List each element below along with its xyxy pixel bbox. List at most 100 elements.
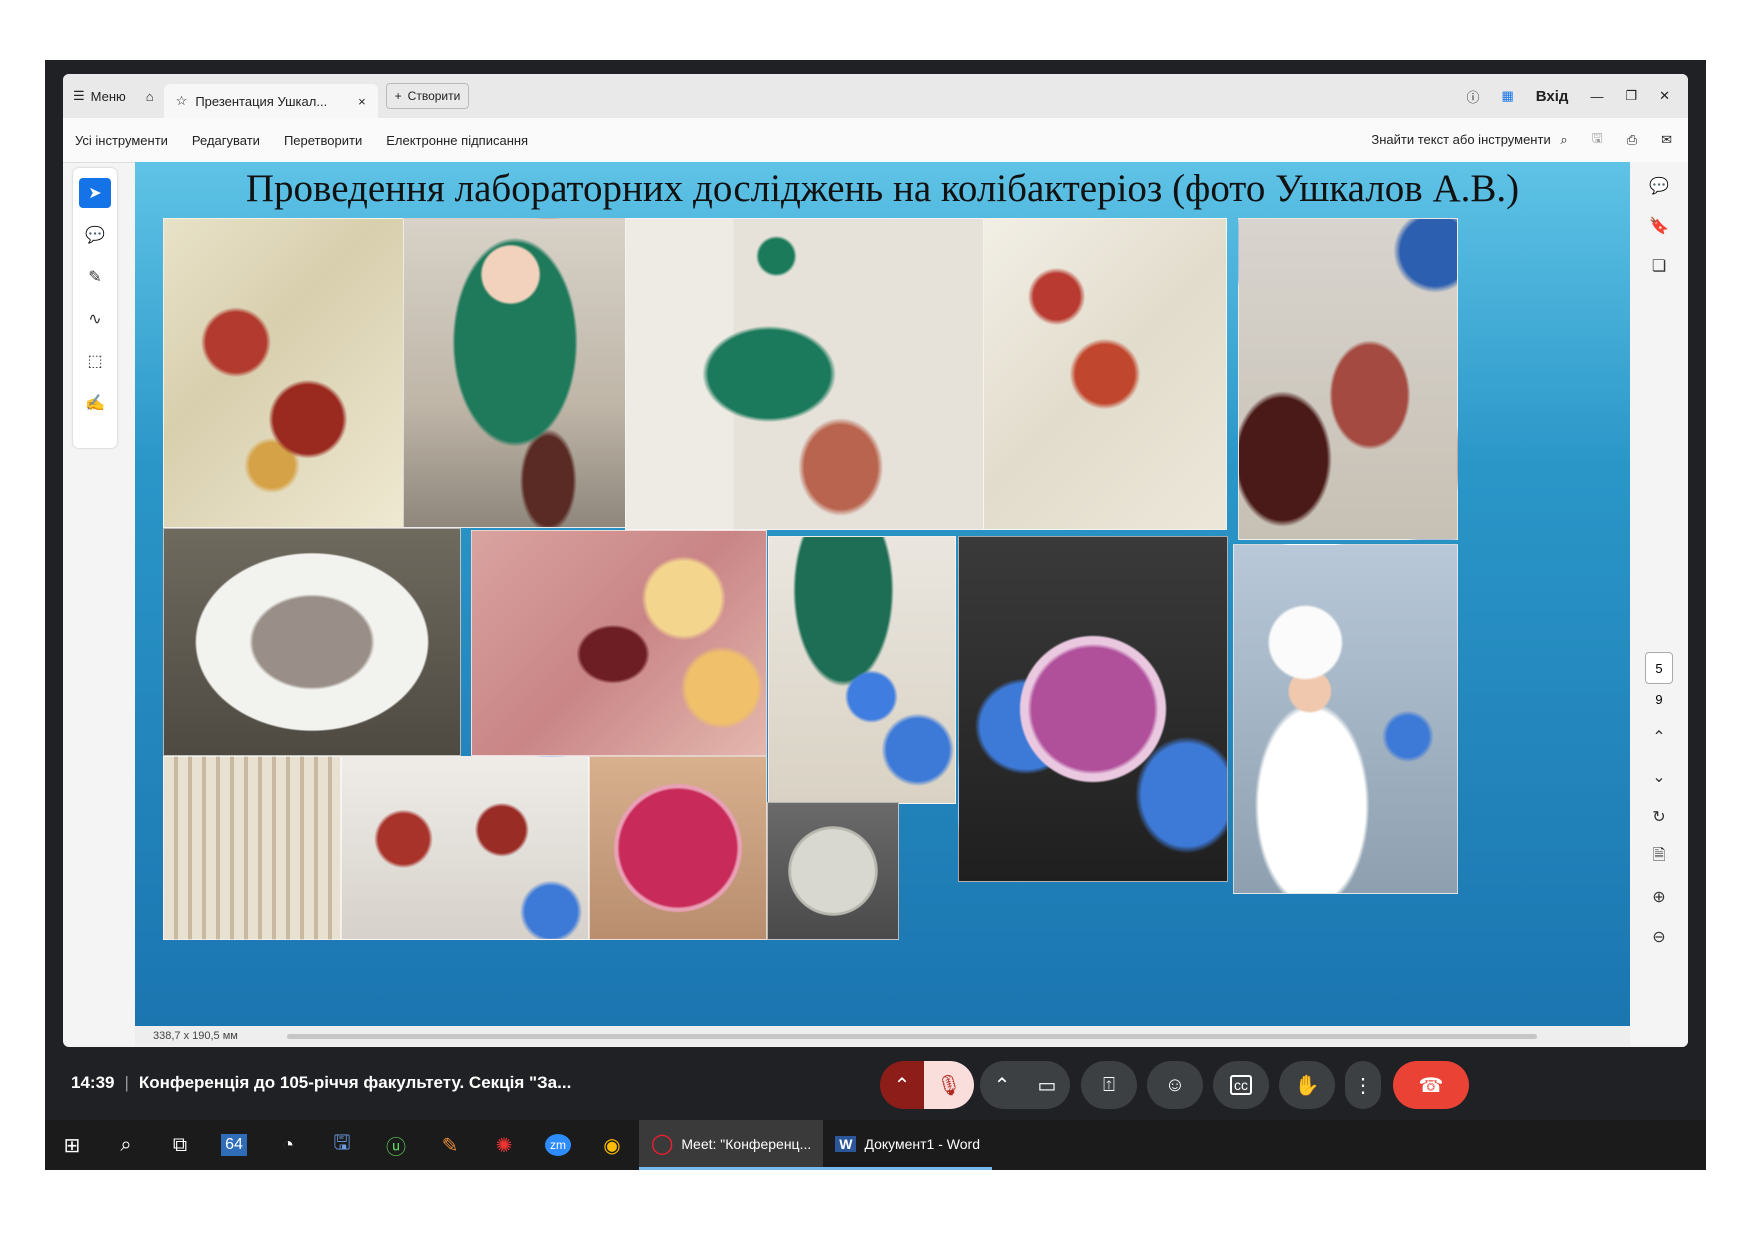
zoom-in-icon[interactable]: ⊕	[1643, 881, 1675, 913]
meeting-time: 14:39	[71, 1073, 115, 1092]
taskbar-app-word[interactable]: W Документ1 - Word	[823, 1120, 992, 1170]
signin-button[interactable]: Вхід	[1536, 88, 1569, 105]
search-icon[interactable]: ⌕	[99, 1120, 153, 1170]
menu-convert[interactable]: Перетворити	[272, 133, 374, 148]
draw-tool-icon[interactable]: ∿	[79, 304, 111, 334]
present-button[interactable]: ⍐	[1081, 1061, 1137, 1109]
page-number-input[interactable]: 5	[1645, 652, 1673, 684]
save-icon[interactable]: 🖫	[1592, 129, 1603, 151]
captions-button[interactable]: cc	[1213, 1061, 1269, 1109]
minimize-icon[interactable]: —	[1590, 89, 1603, 104]
comment-tool-icon[interactable]: 💬	[79, 220, 111, 250]
floppy-app-icon[interactable]: 🖫	[315, 1120, 369, 1170]
restore-icon[interactable]: ❐	[1625, 88, 1637, 104]
photo-lab-bench	[625, 218, 985, 530]
mic-options-button[interactable]: ⌃	[880, 1061, 924, 1109]
camera-button[interactable]: ▭	[1024, 1061, 1070, 1109]
counter-app-icon[interactable]: 64	[207, 1120, 261, 1170]
camera-options-button[interactable]: ⌃	[980, 1061, 1024, 1109]
sign-tool-icon[interactable]: ✍	[79, 388, 111, 418]
page-total: 9	[1655, 692, 1663, 707]
meeting-info: 14:39 | Конференція до 105-річчя факультет…	[71, 1073, 571, 1093]
search-tools-field[interactable]: Знайти текст або інструменти ⌕	[1371, 132, 1567, 148]
meeting-title: Конференція до 105-річчя факультету. Сек…	[138, 1073, 572, 1092]
windows-taskbar: ⊞ ⌕ ⧉ 64 ◔ 🖫 ⓤ ✎ ✺ zm ◉ ◯ Meet: "Конфере…	[45, 1120, 1706, 1170]
photo-chicks-dissected	[163, 218, 405, 528]
menu-edit[interactable]: Редагувати	[180, 133, 272, 148]
new-tab-label: Створити	[407, 89, 461, 103]
chrome-icon[interactable]: ◉	[585, 1120, 639, 1170]
close-window-icon[interactable]: ✕	[1659, 88, 1670, 104]
comments-panel-icon[interactable]: 💬	[1643, 170, 1675, 202]
apps-grid-icon[interactable]: ▦	[1501, 88, 1513, 104]
raise-hand-button[interactable]: ✋	[1279, 1061, 1335, 1109]
more-options-button[interactable]: ⋮	[1345, 1061, 1381, 1109]
disk-app-icon[interactable]: ◔	[261, 1120, 315, 1170]
menu-esign[interactable]: Електронне підписання	[374, 133, 540, 148]
windows-start-icon[interactable]: ⊞	[45, 1120, 99, 1170]
page-up-icon[interactable]: ⌃	[1643, 721, 1675, 753]
taskbar-app-meet[interactable]: ◯ Meet: "Конференц...	[639, 1120, 824, 1170]
end-call-icon: ☎	[1418, 1074, 1444, 1097]
highlight-tool-icon[interactable]: ✎	[79, 262, 111, 292]
acrobat-window: ☰ Меню ⌂ ☆ Презентация Ушкал... × + Ство…	[63, 74, 1688, 1047]
print-icon[interactable]: ⎙	[1627, 132, 1637, 148]
photo-lab-worker-hood	[1233, 544, 1458, 894]
new-tab-button[interactable]: + Створити	[385, 83, 470, 109]
bookmarks-icon[interactable]: 🔖	[1643, 210, 1675, 242]
divider: |	[124, 1073, 129, 1092]
present-screen-icon: ⍐	[1103, 1073, 1115, 1096]
emoji-icon: ☺	[1164, 1073, 1186, 1096]
home-button[interactable]: ⌂	[136, 74, 164, 118]
photo-petri-dish-pink	[958, 536, 1228, 882]
help-icon[interactable]: ⓘ	[1466, 87, 1479, 106]
home-icon: ⌂	[145, 88, 154, 104]
photo-petri-dish-clear	[767, 802, 899, 940]
document-tab[interactable]: ☆ Презентация Ушкал... ×	[163, 84, 378, 118]
page-down-icon[interactable]: ⌄	[1643, 761, 1675, 793]
meet-controls-bar: 14:39 | Конференція до 105-річчя факультет…	[45, 1047, 1706, 1120]
photo-intestine	[1238, 218, 1458, 540]
page-view-icon[interactable]: 🗎	[1643, 841, 1675, 873]
meet-presentation-area: ☰ Меню ⌂ ☆ Презентация Ушкал... × + Ство…	[45, 60, 1706, 1120]
search-icon: ⌕	[1560, 132, 1568, 147]
opera-icon: ◯	[651, 1133, 674, 1155]
close-tab-icon[interactable]: ×	[358, 94, 366, 109]
red-app-icon[interactable]: ✺	[477, 1120, 531, 1170]
hand-icon: ✋	[1294, 1074, 1320, 1097]
photo-petri-dish-red	[589, 756, 767, 940]
reactions-button[interactable]: ☺	[1147, 1061, 1203, 1109]
counter-app-label: 64	[221, 1134, 247, 1156]
pages-icon[interactable]: ❏	[1643, 250, 1675, 282]
paint-app-icon[interactable]: ✎	[423, 1120, 477, 1170]
mic-off-icon: 🎙	[936, 1074, 962, 1097]
leave-call-button[interactable]: ☎	[1393, 1061, 1469, 1109]
text-select-tool-icon[interactable]: ⬚	[79, 346, 111, 376]
taskbar-app-meet-label: Meet: "Конференц...	[681, 1135, 812, 1152]
taskbar-app-word-label: Документ1 - Word	[864, 1135, 980, 1152]
captions-icon: cc	[1230, 1075, 1252, 1095]
search-tools-label: Знайти текст або інструменти	[1371, 132, 1551, 147]
slide-page: Проведення лабораторних досліджень на ко…	[135, 162, 1630, 1028]
zoom-app-icon[interactable]: zm	[531, 1120, 585, 1170]
mic-muted-button[interactable]: 🎙	[924, 1061, 974, 1109]
page-size-label: 338,7 x 190,5 мм	[153, 1030, 238, 1042]
star-icon[interactable]: ☆	[176, 93, 188, 109]
menu-all-tools[interactable]: Усі інструменти	[63, 133, 180, 148]
photo-test-tubes	[163, 756, 341, 940]
photo-chicken-organs	[983, 218, 1227, 530]
photo-gloved-hands	[768, 536, 956, 804]
mail-icon[interactable]: ✉	[1661, 132, 1672, 148]
task-view-icon[interactable]: ⧉	[153, 1120, 207, 1170]
tab-title: Презентация Ушкал...	[195, 93, 328, 109]
camera-icon: ▭	[1037, 1074, 1057, 1097]
photo-specialist-dissecting	[403, 218, 627, 528]
zoom-out-icon[interactable]: ⊖	[1643, 921, 1675, 953]
horizontal-scrollbar[interactable]	[287, 1034, 1537, 1039]
menu-button[interactable]: ☰ Меню	[63, 74, 136, 118]
hamburger-icon: ☰	[73, 88, 85, 103]
select-tool-icon[interactable]: ➤	[79, 178, 111, 208]
ucoz-app-icon[interactable]: ⓤ	[369, 1120, 423, 1170]
zoom-app-label: zm	[545, 1134, 571, 1156]
rotate-icon[interactable]: ↻	[1643, 801, 1675, 833]
